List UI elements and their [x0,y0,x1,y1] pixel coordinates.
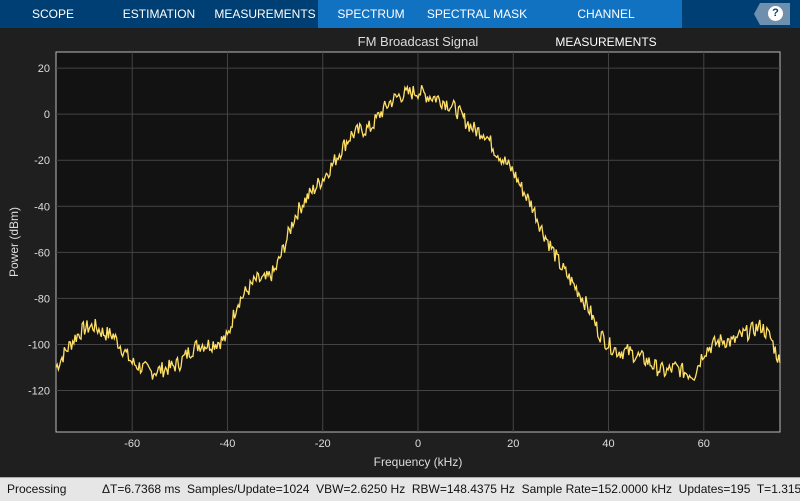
y-tick-label: -80 [34,293,50,305]
x-axis-label: Frequency (kHz) [374,455,463,469]
x-tick-label: 20 [507,438,519,450]
status-bar: Processing ΔT=6.7368 ms Samples/Update=1… [0,477,800,501]
x-tick-label: -40 [220,438,236,450]
spectrum-plot: -60 -40 -20 0 20 40 60 20 0 -20 -40 -60 -80 -100 -120 F… [7,51,781,469]
y-tick-label: -20 [34,155,50,167]
y-tick-label: -40 [34,201,50,213]
status-state: Processing [7,482,67,496]
x-tick-label: 60 [698,438,710,450]
y-tick-label: 20 [38,63,50,75]
x-tick-label: 40 [602,438,614,450]
y-tick-label: -120 [28,386,50,398]
x-tick-label: -20 [315,438,331,450]
y-tick-label: -60 [34,247,50,259]
x-tick-label: 0 [415,438,421,450]
y-tick-label: -100 [28,339,50,351]
y-axis-label: Power (dBm) [7,207,21,277]
x-tick-label: -60 [124,438,140,450]
status-info: ΔT=6.7368 ms Samples/Update=1024 VBW=2.6… [102,482,800,496]
y-tick-label: 0 [44,109,50,121]
